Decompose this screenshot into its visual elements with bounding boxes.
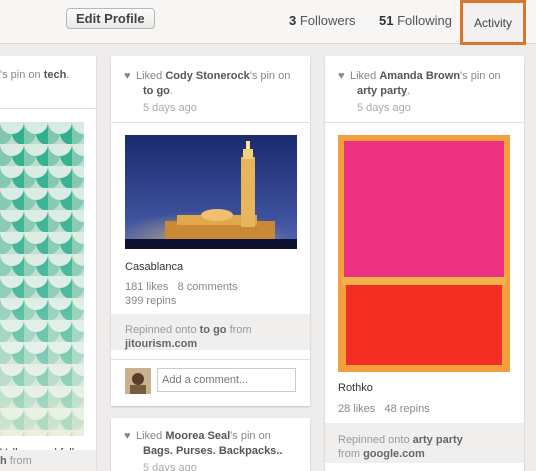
activity-time: 5 days ago [357, 102, 411, 114]
scales-pattern-image[interactable] [0, 122, 84, 436]
avatar[interactable] [125, 368, 151, 394]
user-link[interactable]: Amanda Brown [379, 70, 460, 82]
heart-icon: ♥ [124, 430, 131, 442]
board-link[interactable]: arty party [413, 434, 463, 446]
activity-verb: Liked [350, 70, 377, 82]
activity-time: 5 days ago [143, 102, 197, 114]
comments-count[interactable]: 8 comments [178, 281, 238, 293]
board-link[interactable]: arty party [357, 85, 407, 97]
activity-text: ♥ Liked Moorea Seal's pin on Bags. Purses… [124, 429, 308, 471]
heart-icon: ♥ [338, 70, 345, 82]
board-link[interactable]: tech [44, 69, 67, 81]
pin-description: Casablanca [125, 261, 184, 273]
following-count: 51 [379, 13, 394, 28]
activity-card-bags: ♥ Liked Moorea Seal's pin on Bags. Purses… [111, 418, 310, 471]
pin-stats: 28 likes 48 repins [338, 402, 430, 416]
activity-mid: 's pin on [230, 430, 271, 442]
activity-verb: Liked [136, 430, 163, 442]
repinned-label: Repinned onto [338, 434, 410, 446]
activity-text: 's pin on tech. [0, 69, 70, 81]
followers-count: 3 [289, 13, 297, 28]
comment-input[interactable] [157, 368, 296, 392]
pin-footer: h from [0, 450, 96, 471]
activity-verb: 's pin on [0, 69, 41, 81]
activity-mid: 's pin on [460, 70, 501, 82]
likes-count[interactable]: 28 likes [338, 403, 375, 415]
user-link[interactable]: Cody Stonerock [165, 70, 249, 82]
repins-count[interactable]: 399 repins [125, 294, 238, 308]
activity-verb: Liked [136, 70, 163, 82]
board-link[interactable]: to go [200, 324, 227, 336]
board-link[interactable]: Bags. Purses. Backpacks.. [143, 445, 282, 457]
repinned-label: Repinned onto [125, 324, 197, 336]
rothko-image[interactable] [338, 135, 510, 372]
likes-count[interactable]: 181 likes [125, 281, 168, 293]
board-link[interactable]: to go [143, 85, 170, 97]
from-label: from [229, 324, 252, 336]
pin-description: Rothko [338, 382, 373, 394]
following-link[interactable]: 51 Following [379, 13, 452, 28]
activity-card-rothko: ♥ Liked Amanda Brown's pin on arty party.… [325, 56, 524, 471]
source-link[interactable]: jitourism.com [125, 338, 197, 350]
board-link[interactable]: h [0, 455, 7, 467]
activity-text: ♥ Liked Amanda Brown's pin on arty party.… [338, 69, 522, 116]
repins-count[interactable]: 48 repins [384, 403, 429, 415]
followers-link[interactable]: 3 Followers [289, 13, 355, 28]
activity-mid: 's pin on [249, 70, 291, 82]
heart-icon: ♥ [124, 70, 131, 82]
activity-card-left: 's pin on tech. Vallpapers | fellow [0, 56, 96, 471]
following-label: Following [397, 13, 453, 28]
edit-profile-button[interactable]: Edit Profile [66, 8, 155, 29]
profile-header: Edit Profile 3 Followers 51 Following [0, 0, 536, 44]
casablanca-image[interactable] [125, 135, 297, 249]
activity-text: ♥ Liked Cody Stonerock's pin on to go. 5 … [124, 69, 304, 116]
followers-label: Followers [299, 13, 356, 28]
user-link[interactable]: Moorea Seal [165, 430, 230, 442]
pin-stats: 181 likes 8 comments 399 repins [125, 280, 238, 308]
from-label: from [338, 448, 360, 460]
pin-footer: Repinned onto arty party from google.com [325, 423, 524, 463]
activity-card-casablanca: ♥ Liked Cody Stonerock's pin on to go. 5 … [111, 56, 310, 406]
source-link[interactable]: google.com [363, 448, 425, 460]
from-label: from [9, 455, 32, 467]
activity-time: 5 days ago [143, 462, 197, 471]
pin-footer: Repinned onto to go from jitourism.com [111, 314, 310, 350]
activity-tab[interactable]: Activity [460, 0, 526, 45]
